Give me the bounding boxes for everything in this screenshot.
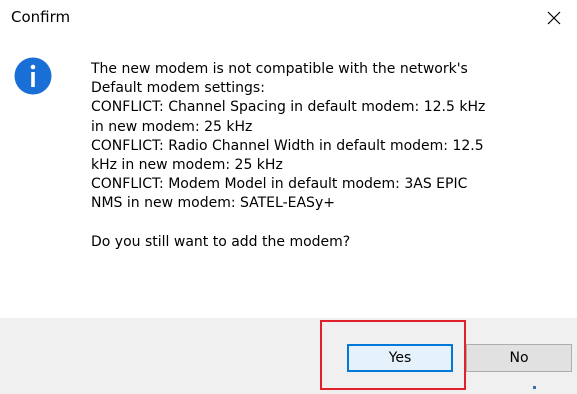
yes-button[interactable]: Yes [347, 344, 453, 372]
message-line: NMS in new modem: SATEL-EASy+ [91, 195, 335, 212]
close-button[interactable] [531, 0, 577, 36]
title-bar: Confirm [0, 0, 577, 36]
no-button[interactable]: No [466, 344, 572, 372]
message-line: CONFLICT: Modem Model in default modem: … [91, 176, 468, 193]
message-text: The new modem is not compatible with the… [91, 60, 561, 252]
close-icon [547, 11, 561, 25]
confirmation-question: Do you still want to add the modem? [91, 233, 351, 250]
message-line: Default modem settings: [91, 80, 265, 97]
message-line: The new modem is not compatible with the… [91, 61, 468, 77]
message-line: CONFLICT: Channel Spacing in default mod… [91, 99, 486, 116]
dialog-title: Confirm [11, 8, 71, 26]
confirm-dialog: Confirm The new modem is not compatible … [0, 0, 577, 394]
info-icon [14, 57, 52, 95]
message-line: CONFLICT: Radio Channel Width in default… [91, 137, 484, 154]
message-line: kHz in new modem: 25 kHz [91, 157, 283, 174]
message-line: in new modem: 25 kHz [91, 118, 253, 135]
corner-mark [533, 386, 536, 389]
